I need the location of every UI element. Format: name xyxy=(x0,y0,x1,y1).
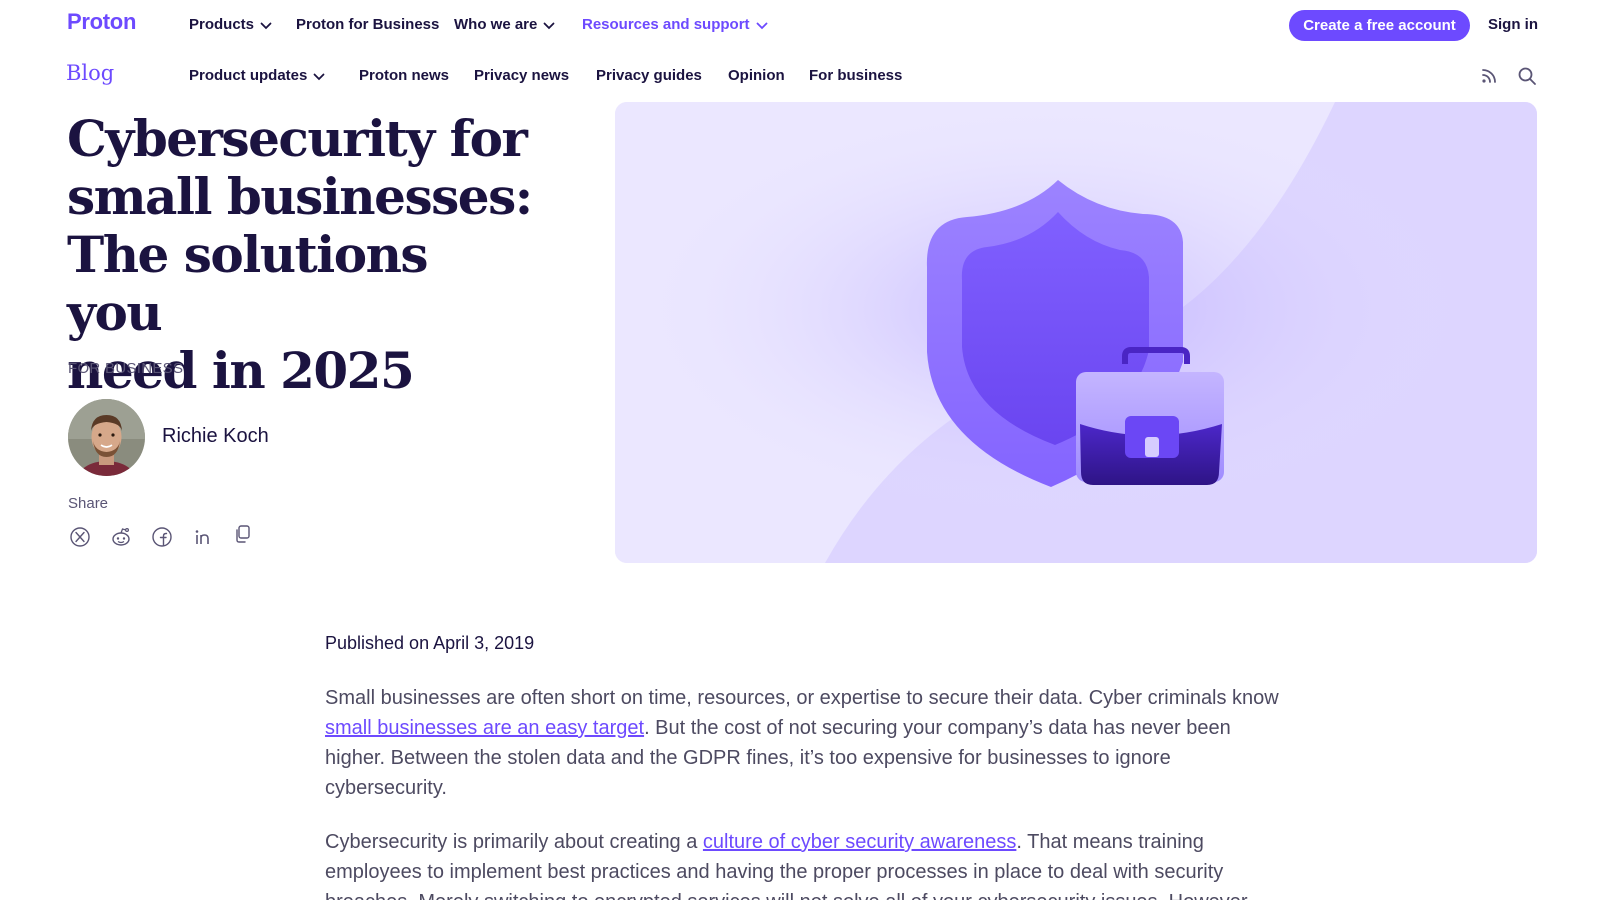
copy-link-icon[interactable] xyxy=(232,523,254,545)
paragraph-text: Cybersecurity is primarily about creatin… xyxy=(325,831,703,853)
x-icon[interactable] xyxy=(69,526,91,548)
published-date: Published on April 3, 2019 xyxy=(325,633,535,653)
blog-logo[interactable]: Blog xyxy=(66,61,114,85)
nav-products-label: Products xyxy=(189,16,255,33)
author-name[interactable]: Richie Koch xyxy=(162,425,269,448)
inline-link[interactable]: small businesses are an easy target xyxy=(325,717,644,739)
article-title-line: The solutions you xyxy=(67,225,429,342)
blognav-proton-news[interactable]: Proton news xyxy=(359,67,449,84)
rss-icon[interactable] xyxy=(1480,67,1498,85)
facebook-icon[interactable] xyxy=(151,526,173,548)
nav-resources-and-support[interactable]: Resources and support xyxy=(582,16,768,34)
paragraph-text: Small businesses are often short on time… xyxy=(325,687,1279,709)
blognav-product-updates[interactable]: Product updates xyxy=(189,67,325,85)
blognav-for-business[interactable]: For business xyxy=(809,67,902,84)
chevron-down-icon xyxy=(543,17,555,34)
hero-illustration xyxy=(615,102,1537,563)
article-title-line: Cybersecurity for xyxy=(67,109,528,168)
reddit-icon[interactable] xyxy=(110,526,132,548)
proton-logo[interactable]: Proton xyxy=(67,9,136,35)
article-title-line: small businesses: xyxy=(67,167,533,226)
top-navigation: Proton Products Proton for Business Who … xyxy=(0,0,1600,50)
chevron-down-icon xyxy=(756,17,768,34)
article-paragraph: Small businesses are often short on time… xyxy=(325,683,1285,803)
chevron-down-icon xyxy=(313,68,325,85)
blognav-privacy-news[interactable]: Privacy news xyxy=(474,67,569,84)
blognav-opinion[interactable]: Opinion xyxy=(728,67,785,84)
author-avatar[interactable] xyxy=(68,399,145,476)
nav-who-we-are[interactable]: Who we are xyxy=(454,16,555,34)
search-icon[interactable] xyxy=(1517,66,1537,86)
article-paragraph: Cybersecurity is primarily about creatin… xyxy=(325,827,1285,900)
create-free-account-button[interactable]: Create a free account xyxy=(1289,10,1470,41)
chevron-down-icon xyxy=(260,17,272,34)
category-tag[interactable]: FOR BUSINESS xyxy=(68,360,183,377)
nav-products[interactable]: Products xyxy=(189,16,272,34)
article-title: Cybersecurity for small businesses: The … xyxy=(67,110,537,400)
blognav-privacy-guides[interactable]: Privacy guides xyxy=(596,67,702,84)
blognav-product-updates-label: Product updates xyxy=(189,67,308,84)
nav-proton-for-business-label: Proton for Business xyxy=(296,16,440,33)
linkedin-icon[interactable] xyxy=(192,526,214,548)
nav-proton-for-business[interactable]: Proton for Business xyxy=(296,16,439,33)
nav-who-we-are-label: Who we are xyxy=(454,16,538,33)
inline-link[interactable]: culture of cyber security awareness xyxy=(703,831,1016,853)
nav-resources-and-support-label: Resources and support xyxy=(582,16,750,33)
share-label: Share xyxy=(68,495,109,512)
sign-in-link[interactable]: Sign in xyxy=(1488,16,1538,33)
